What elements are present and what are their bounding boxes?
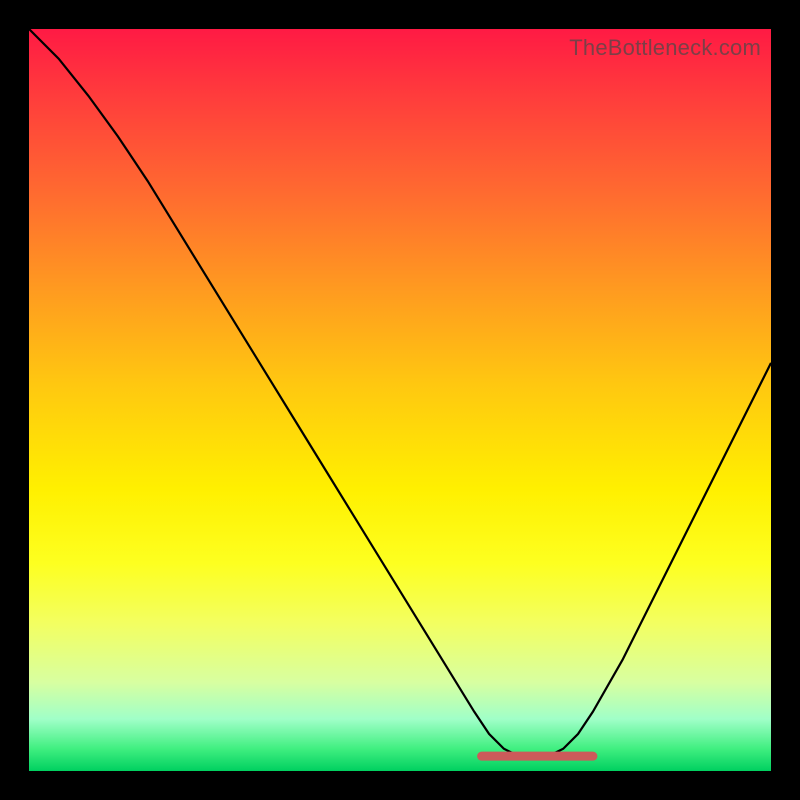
plot-area: TheBottleneck.com <box>29 29 771 771</box>
chart-outer-frame: TheBottleneck.com <box>0 0 800 800</box>
curve-layer <box>29 29 771 771</box>
bottleneck-curve <box>29 29 771 756</box>
